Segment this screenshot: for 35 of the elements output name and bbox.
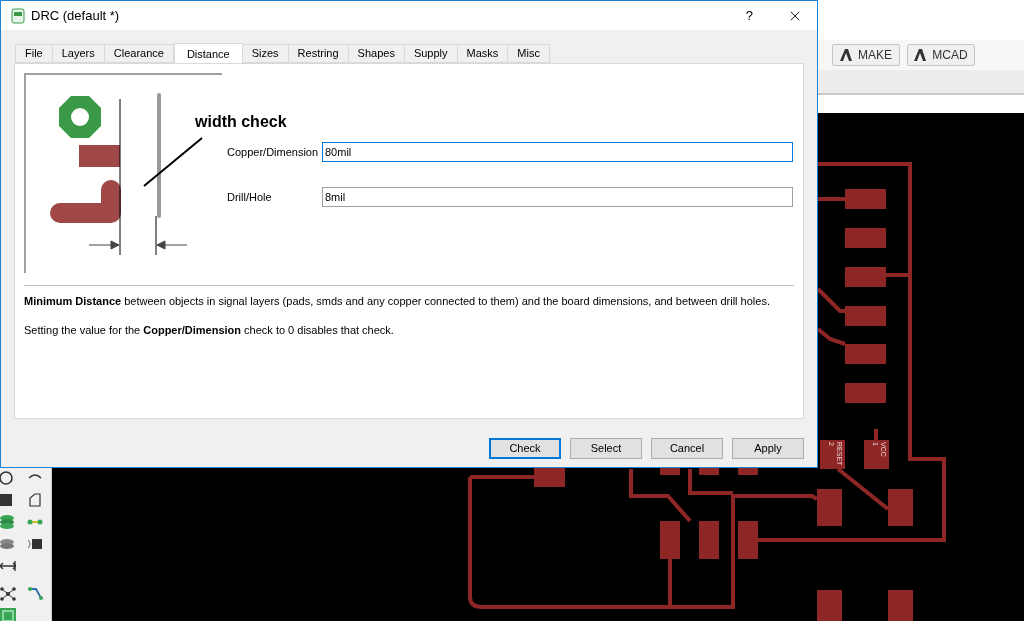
network-icon[interactable] (0, 586, 16, 602)
input-field[interactable]: 80mil (322, 142, 793, 162)
description-text: Setting the value for the Copper/Dimension check to 0 disables that check. (24, 322, 395, 338)
route-icon[interactable] (27, 586, 43, 602)
dialog-button[interactable]: Apply (732, 438, 804, 459)
logo-icon (840, 49, 852, 61)
polygon-icon[interactable] (27, 492, 43, 508)
app-icon (11, 7, 25, 24)
tab[interactable]: Misc (508, 44, 550, 63)
window-title: DRC (default *) (31, 6, 120, 25)
dimension-icon[interactable] (0, 558, 16, 574)
tab[interactable]: Supply (404, 44, 458, 63)
layers-icon[interactable] (0, 514, 16, 530)
description-text: Minimum Distance between objects in signal layers (pads, smds and any copper connected to them) and the board dimensions, and between drill holes. (24, 294, 771, 309)
tab[interactable]: Sizes (242, 44, 289, 63)
help-button[interactable]: ? (745, 5, 753, 26)
tab[interactable]: Layers (52, 44, 105, 63)
toolbar-button[interactable]: MCAD (907, 44, 975, 66)
input-field[interactable]: 8mil (322, 187, 793, 207)
tab[interactable]: Shapes (348, 44, 405, 63)
field-label: Copper/Dimension (227, 144, 320, 160)
tab[interactable]: Masks (457, 44, 509, 63)
field-label: Drill/Hole (227, 189, 273, 205)
dialog-button[interactable]: Check (489, 438, 561, 459)
logo-icon (914, 49, 927, 61)
tab[interactable]: Restring (288, 44, 349, 63)
leader-line (143, 137, 203, 187)
stack-icon[interactable] (0, 536, 16, 552)
dialog-button[interactable]: Cancel (651, 438, 723, 459)
annotation-text: width check (195, 112, 287, 132)
toolbar-button[interactable]: MAKE (832, 44, 900, 66)
tab[interactable]: File (15, 44, 53, 63)
attribute-icon[interactable] (27, 536, 43, 552)
tab[interactable]: Clearance (104, 44, 174, 63)
dialog-button[interactable]: Select (570, 438, 642, 459)
